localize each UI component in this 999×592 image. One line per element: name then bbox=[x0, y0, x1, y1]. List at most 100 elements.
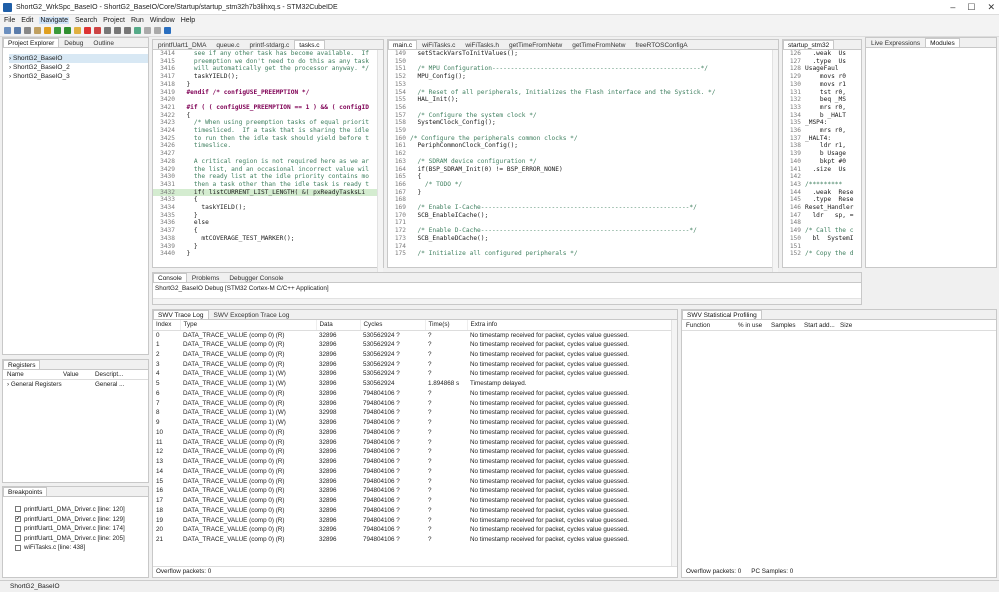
tab-modules[interactable]: Modules bbox=[925, 38, 960, 47]
menu-search[interactable]: Search bbox=[75, 17, 97, 24]
tab-live-expressions[interactable]: Live Expressions bbox=[866, 38, 925, 47]
col-description[interactable]: Descript... bbox=[95, 370, 135, 379]
table-row[interactable]: 19 DATA_TRACE_VALUE (comp 0) (R) 32896 7948… bbox=[153, 515, 677, 525]
col-in-use[interactable]: % in use bbox=[738, 320, 771, 330]
tab-project-explorer[interactable]: Project Explorer bbox=[3, 38, 60, 47]
resume-icon[interactable] bbox=[74, 27, 81, 34]
step-into-icon[interactable] bbox=[104, 27, 111, 34]
terminate-icon[interactable] bbox=[84, 27, 91, 34]
col-function[interactable]: Function bbox=[686, 320, 738, 330]
table-row[interactable]: 5 DATA_TRACE_VALUE (comp 1) (W) 32896 53056… bbox=[153, 379, 677, 389]
run-icon[interactable] bbox=[64, 27, 71, 34]
col-type[interactable]: Type bbox=[180, 320, 317, 331]
breakpoint-item[interactable]: printfUart1_DMA_Driver.c [line: 174] bbox=[15, 524, 148, 534]
forward-icon[interactable] bbox=[154, 27, 161, 34]
breakpoint-checkbox[interactable] bbox=[15, 535, 21, 542]
table-row[interactable]: 14 DATA_TRACE_VALUE (comp 0) (R) 32896 7948… bbox=[153, 467, 677, 477]
tab-editor[interactable]: wiFiTasks.h bbox=[460, 40, 504, 49]
table-row[interactable]: 11 DATA_TRACE_VALUE (comp 0) (R) 32896 7948… bbox=[153, 437, 677, 447]
tab-editor[interactable]: freeRTOSConfigA bbox=[630, 40, 692, 49]
menu-file[interactable]: File bbox=[4, 17, 15, 24]
build-icon[interactable] bbox=[34, 27, 41, 34]
tab-editor[interactable]: startup_stm32 bbox=[783, 40, 835, 49]
breakpoint-item[interactable]: printfUart1_DMA_Driver.c [line: 120] bbox=[15, 505, 148, 515]
breakpoint-checkbox[interactable] bbox=[15, 525, 21, 532]
col-start-address[interactable]: Start add... bbox=[804, 320, 840, 330]
table-row[interactable]: 16 DATA_TRACE_VALUE (comp 0) (R) 32896 7948… bbox=[153, 486, 677, 496]
tab-swv-statistical-profiling[interactable]: SWV Statistical Profiling bbox=[682, 310, 762, 319]
tab-problems[interactable]: Problems bbox=[187, 273, 224, 282]
tab-registers[interactable]: Registers bbox=[3, 360, 41, 369]
maximize-icon[interactable]: ☐ bbox=[967, 2, 975, 13]
tree-item-project[interactable]: › ShortG2_BaseIO bbox=[9, 54, 148, 63]
tab-debug[interactable]: Debug bbox=[59, 38, 88, 47]
col-samples[interactable]: Samples bbox=[771, 320, 804, 330]
menu-help[interactable]: Help bbox=[181, 17, 195, 24]
table-row[interactable]: 3 DATA_TRACE_VALUE (comp 0) (R) 32896 53056… bbox=[153, 359, 677, 369]
tab-debugger-console[interactable]: Debugger Console bbox=[224, 273, 288, 282]
step-over-icon[interactable] bbox=[114, 27, 121, 34]
table-row[interactable]: 17 DATA_TRACE_VALUE (comp 0) (R) 32896 7948… bbox=[153, 496, 677, 506]
table-row[interactable]: 15 DATA_TRACE_VALUE (comp 0) (R) 32896 7948… bbox=[153, 476, 677, 486]
menu-run[interactable]: Run bbox=[131, 17, 144, 24]
tab-breakpoints[interactable]: Breakpoints bbox=[3, 487, 48, 496]
table-row[interactable]: 8 DATA_TRACE_VALUE (comp 1) (W) 32998 79480… bbox=[153, 408, 677, 418]
tab-editor[interactable]: wiFiTasks.c bbox=[417, 40, 460, 49]
breakpoint-item[interactable]: wiFiTasks.c [line: 438] bbox=[15, 543, 148, 553]
table-row[interactable]: 20 DATA_TRACE_VALUE (comp 0) (R) 32896 7948… bbox=[153, 525, 677, 535]
save-all-icon[interactable] bbox=[24, 27, 31, 34]
table-row[interactable]: 2 DATA_TRACE_VALUE (comp 0) (R) 32896 53056… bbox=[153, 350, 677, 360]
table-row[interactable]: 6 DATA_TRACE_VALUE (comp 0) (R) 32896 79480… bbox=[153, 389, 677, 399]
col-name[interactable]: Name bbox=[3, 370, 63, 379]
tab-editor[interactable]: main.c bbox=[388, 40, 418, 49]
tree-item-project[interactable]: › ShortG2_BaseIO_2 bbox=[9, 63, 148, 72]
tab-console[interactable]: Console bbox=[153, 273, 187, 282]
new-icon[interactable] bbox=[4, 27, 11, 34]
back-icon[interactable] bbox=[144, 27, 151, 34]
console-scrollbar[interactable] bbox=[153, 298, 861, 304]
tab-editor[interactable]: printfUart1_DMA bbox=[153, 40, 211, 49]
tab-editor[interactable]: tasks.c bbox=[294, 40, 325, 49]
tab-editor[interactable]: printf-stdarg.c bbox=[245, 40, 295, 49]
close-icon[interactable]: ✕ bbox=[987, 2, 995, 13]
menu-navigate[interactable]: Navigate bbox=[39, 16, 69, 24]
menu-edit[interactable]: Edit bbox=[21, 17, 33, 24]
col-cycles[interactable]: Cycles bbox=[360, 320, 426, 331]
col-data[interactable]: Data bbox=[316, 320, 361, 331]
tab-editor[interactable]: getTimeFromNetw bbox=[567, 40, 630, 49]
col-time[interactable]: Time(s) bbox=[425, 320, 468, 331]
minimize-icon[interactable]: – bbox=[950, 2, 955, 13]
table-row[interactable]: 13 DATA_TRACE_VALUE (comp 0) (R) 32896 7948… bbox=[153, 457, 677, 467]
col-index[interactable]: Index bbox=[153, 320, 181, 331]
table-row[interactable]: 10 DATA_TRACE_VALUE (comp 0) (R) 32896 7948… bbox=[153, 428, 677, 438]
perspective-icon[interactable] bbox=[164, 27, 171, 34]
menu-project[interactable]: Project bbox=[103, 17, 125, 24]
build-config-icon[interactable] bbox=[44, 27, 51, 34]
breakpoint-item[interactable]: ✔ printfUart1_DMA_Driver.c [line: 129] bbox=[15, 515, 148, 525]
breakpoint-checkbox[interactable]: ✔ bbox=[15, 515, 21, 522]
tree-item-project[interactable]: › ShortG2_BaseIO_3 bbox=[9, 72, 148, 81]
menu-window[interactable]: Window bbox=[150, 17, 175, 24]
col-size[interactable]: Size bbox=[840, 320, 864, 330]
tab-swv-trace-log[interactable]: SWV Trace Log bbox=[153, 310, 209, 319]
trace-scrollbar[interactable] bbox=[671, 320, 677, 566]
tab-editor[interactable]: queue.c bbox=[211, 40, 244, 49]
col-value[interactable]: Value bbox=[63, 370, 95, 379]
tab-editor[interactable]: getTimeFromNetw bbox=[504, 40, 567, 49]
table-row[interactable]: 21 DATA_TRACE_VALUE (comp 0) (R) 32896 7948… bbox=[153, 535, 677, 545]
table-row[interactable]: 4 DATA_TRACE_VALUE (comp 1) (W) 32896 53056… bbox=[153, 369, 677, 379]
table-row[interactable]: 1 DATA_TRACE_VALUE (comp 0) (R) 32896 53056… bbox=[153, 340, 677, 350]
breakpoint-checkbox[interactable] bbox=[15, 544, 21, 551]
col-extra-info[interactable]: Extra info bbox=[467, 320, 677, 331]
table-row[interactable]: 7 DATA_TRACE_VALUE (comp 0) (R) 32896 79480… bbox=[153, 398, 677, 408]
save-icon[interactable] bbox=[14, 27, 21, 34]
tab-swv-exception-trace-log[interactable]: SWV Exception Trace Log bbox=[209, 310, 295, 319]
register-row[interactable]: › General Registers General ... bbox=[3, 380, 148, 390]
code-area[interactable]: 126 .weak Us 127 .type Us 128 UsageFaul 129 … bbox=[783, 50, 861, 259]
table-row[interactable]: 12 DATA_TRACE_VALUE (comp 0) (R) 32896 7948… bbox=[153, 447, 677, 457]
table-row[interactable]: 0 DATA_TRACE_VALUE (comp 0) (R) 32896 53056… bbox=[153, 330, 677, 340]
breakpoint-item[interactable]: printfUart1_DMA_Driver.c [line: 205] bbox=[15, 534, 148, 544]
tab-outline[interactable]: Outline bbox=[88, 38, 119, 47]
code-area[interactable]: 149 setStackVarsToInitValues(); 150 151 /*… bbox=[388, 50, 778, 259]
code-area[interactable]: 3414 see if any other task has become av… bbox=[153, 50, 383, 259]
